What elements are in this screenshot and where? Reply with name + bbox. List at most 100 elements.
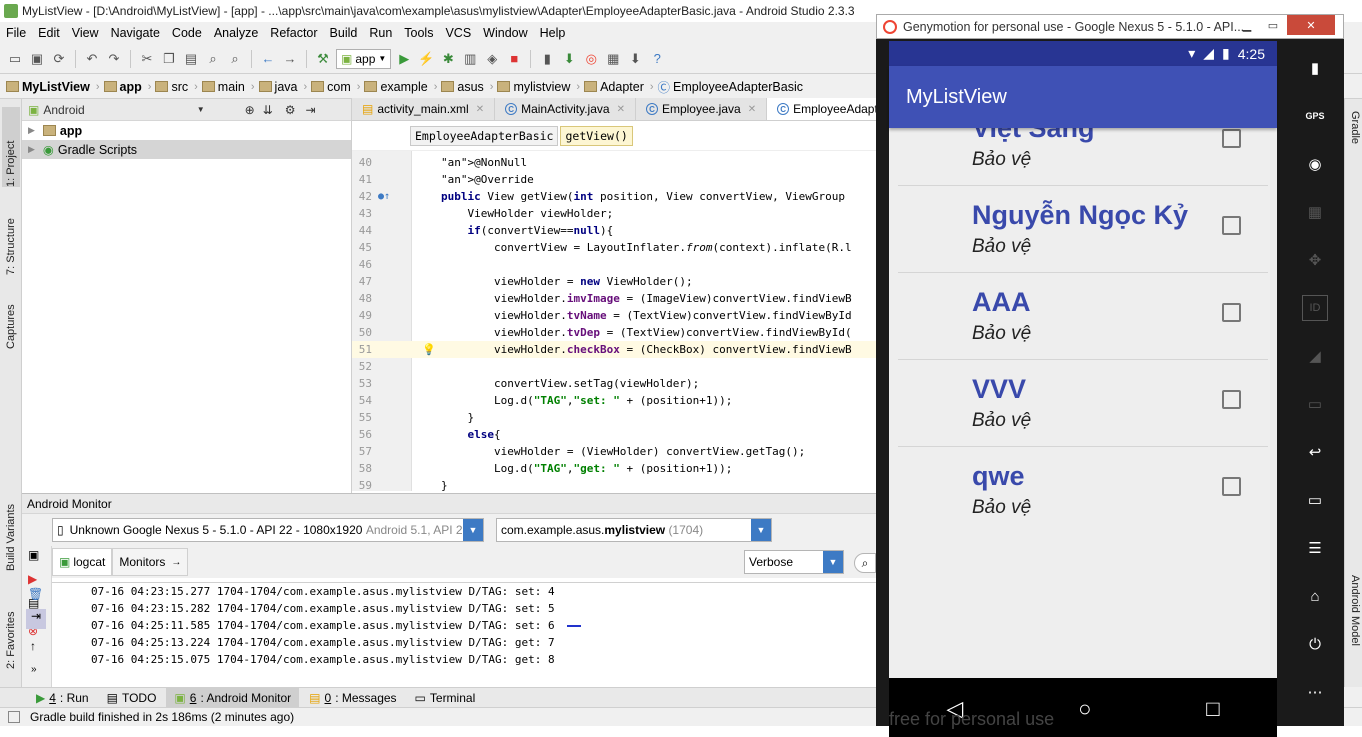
attach-debugger-icon[interactable]: ◈ — [483, 50, 501, 68]
cut-icon[interactable]: ✂ — [138, 50, 156, 68]
breadcrumb-item[interactable]: main › — [201, 80, 255, 94]
list-item[interactable]: qwe Bảo vệ — [898, 447, 1268, 534]
breadcrumb-item[interactable]: example › — [364, 80, 437, 94]
list-item[interactable]: VVV Bảo vệ — [898, 360, 1268, 447]
employee-checkbox[interactable] — [1222, 303, 1241, 322]
employee-checkbox[interactable] — [1222, 129, 1241, 148]
close-icon[interactable]: ✕ — [476, 104, 484, 115]
breadcrumb-item[interactable]: app › — [103, 80, 151, 94]
tree-item-gradle-scripts[interactable]: ▶ ◉ Gradle Scripts — [22, 140, 351, 159]
code-line[interactable]: 57 viewHolder = (ViewHolder) convertView… — [352, 443, 876, 460]
undo-icon[interactable]: ↶ — [83, 50, 101, 68]
back-button-icon[interactable]: ↩ — [1302, 439, 1328, 465]
screencast-icon[interactable]: ▦ — [1302, 199, 1328, 225]
tool-tab-gradle[interactable]: Gradle — [1346, 111, 1362, 171]
expand-arrow-icon[interactable]: ▶ — [28, 125, 35, 136]
forward-icon[interactable]: → — [281, 50, 299, 68]
breadcrumb-item[interactable]: mylistview › — [497, 80, 580, 94]
genymotion-icon[interactable]: ◎ — [582, 50, 600, 68]
menu-vcs[interactable]: VCS — [439, 26, 477, 40]
menu-tools[interactable]: Tools — [398, 26, 439, 40]
sync-icon[interactable]: ⟳ — [50, 50, 68, 68]
save-icon[interactable]: ▣ — [28, 50, 46, 68]
maximize-button[interactable]: ▭ — [1261, 15, 1285, 35]
target-icon[interactable]: ⊕ — [245, 103, 255, 117]
hide-icon[interactable]: ⇥ — [306, 103, 316, 117]
logcat-output[interactable]: 🗑 ⇥ ↑ 07-16 04:23:15.277 1704-1704/com.e… — [26, 582, 876, 686]
employee-checkbox[interactable] — [1222, 390, 1241, 409]
tool-tab-project[interactable]: 1: Project — [2, 107, 20, 187]
sms-icon[interactable]: ▭ — [1302, 391, 1328, 417]
replace-icon[interactable]: ⌕ — [226, 50, 244, 68]
screen-record-icon[interactable]: ▶ — [28, 572, 37, 586]
menu-view[interactable]: View — [66, 26, 105, 40]
more-icon[interactable]: » — [31, 664, 37, 675]
menu-code[interactable]: Code — [166, 26, 208, 40]
chevron-down-icon[interactable]: ▼ — [197, 105, 205, 114]
code-line[interactable]: 48 viewHolder.imvImage = (ImageView)conv… — [352, 290, 876, 307]
back-icon[interactable]: ← — [259, 50, 277, 68]
code-line[interactable]: 53 convertView.setTag(viewHolder); — [352, 375, 876, 392]
close-icon[interactable]: ✕ — [748, 104, 756, 115]
recent-apps-icon[interactable]: ▭ — [1302, 487, 1328, 513]
breadcrumb-item[interactable]: Adapter › — [584, 80, 654, 94]
code-line[interactable]: 54 Log.d("TAG","set: " + (position+1)); — [352, 392, 876, 409]
home-button-icon[interactable]: ⌂ — [1302, 583, 1328, 609]
device-select[interactable]: ▯ Unknown Google Nexus 5 - 5.1.0 - API 2… — [52, 518, 484, 542]
menu-navigate[interactable]: Navigate — [105, 26, 166, 40]
code-line[interactable]: 52 — [352, 358, 876, 375]
run-config-select[interactable]: ▣ app ▼ — [336, 48, 392, 69]
list-item[interactable]: AAA Bảo vệ — [898, 273, 1268, 360]
bottom-tab-messages[interactable]: ▤ 0: Messages — [301, 688, 404, 708]
list-item[interactable]: Việt Sang Bảo vệ — [898, 128, 1268, 186]
status-toggle-icon[interactable] — [8, 711, 20, 723]
sdk-manager-icon[interactable]: ⬇ — [560, 50, 578, 68]
make-project-icon[interactable]: ⚒ — [314, 50, 332, 68]
struct-crumb-method[interactable]: getView() — [560, 125, 633, 146]
list-item[interactable]: Nguyễn Ngọc Kỷ Bảo vệ — [898, 186, 1268, 273]
stop-icon[interactable]: ■ — [505, 50, 523, 68]
up-stack-icon[interactable]: ↑ — [30, 639, 36, 653]
battery-widget-icon[interactable]: ▮ — [1302, 55, 1328, 81]
code-line[interactable]: 41 "an">@Override — [352, 171, 876, 188]
code-line[interactable]: 47 viewHolder = new ViewHolder(); — [352, 273, 876, 290]
code-body[interactable]: 40 "an">@NonNull 41 "an">@Override 42 public … — [352, 154, 876, 492]
menu-build[interactable]: Build — [324, 26, 364, 40]
tab-logcat[interactable]: ▣ logcat — [52, 548, 113, 576]
gps-icon[interactable]: GPS — [1302, 103, 1328, 129]
search-icon[interactable]: ⌕ — [854, 553, 876, 573]
minimize-button[interactable]: ▁ — [1235, 15, 1259, 35]
network-icon[interactable]: ◢ — [1302, 343, 1328, 369]
override-marker-icon[interactable]: ●↑ — [378, 188, 390, 205]
struct-crumb-class[interactable]: EmployeeAdapterBasic — [410, 125, 559, 146]
code-line[interactable]: 45 convertView = LayoutInflater.from(con… — [352, 239, 876, 256]
tool-tab-build-variants[interactable]: Build Variants — [2, 487, 20, 571]
open-folder-icon[interactable]: ▭ — [6, 50, 24, 68]
gear-icon[interactable]: ⚙ — [285, 103, 296, 117]
device-id-icon[interactable]: ID — [1302, 295, 1328, 321]
remote-control-icon[interactable]: ✥ — [1302, 247, 1328, 273]
tab-main-activity[interactable]: C MainActivity.java ✕ — [495, 98, 636, 120]
menu-button-icon[interactable]: ☰ — [1302, 535, 1328, 561]
tool-tab-favorites[interactable]: 2: Favorites — [2, 599, 20, 669]
tool-tab-android-model[interactable]: Android Model — [1346, 575, 1362, 671]
tree-item-app[interactable]: ▶ app — [22, 121, 351, 140]
breadcrumb-item[interactable]: Ⓒ EmployeeAdapterBasic — [658, 77, 803, 96]
menu-window[interactable]: Window — [477, 26, 533, 40]
menu-edit[interactable]: Edit — [32, 26, 66, 40]
copy-icon[interactable]: ❐ — [160, 50, 178, 68]
menu-help[interactable]: Help — [534, 26, 572, 40]
tool-tab-structure[interactable]: 7: Structure — [2, 195, 20, 275]
recents-nav-icon[interactable]: □ — [1206, 696, 1219, 722]
code-line[interactable]: 51 viewHolder.checkBox = (CheckBox) conv… — [352, 341, 876, 358]
code-line[interactable]: 55 } — [352, 409, 876, 426]
menu-analyze[interactable]: Analyze — [208, 26, 264, 40]
code-line[interactable]: 44 if(convertView==null){ — [352, 222, 876, 239]
tab-activity-main-xml[interactable]: ▤ activity_main.xml ✕ — [352, 98, 496, 120]
code-line[interactable]: 40 "an">@NonNull — [352, 154, 876, 171]
bottom-tab-android-monitor[interactable]: ▣ 6: Android Monitor — [166, 687, 300, 708]
tool-tab-captures[interactable]: Captures — [2, 285, 20, 349]
code-line[interactable]: 58 Log.d("TAG","get: " + (position+1)); — [352, 460, 876, 477]
paste-icon[interactable]: ▤ — [182, 50, 200, 68]
bottom-tab-todo[interactable]: ▤ TODO — [99, 688, 165, 708]
